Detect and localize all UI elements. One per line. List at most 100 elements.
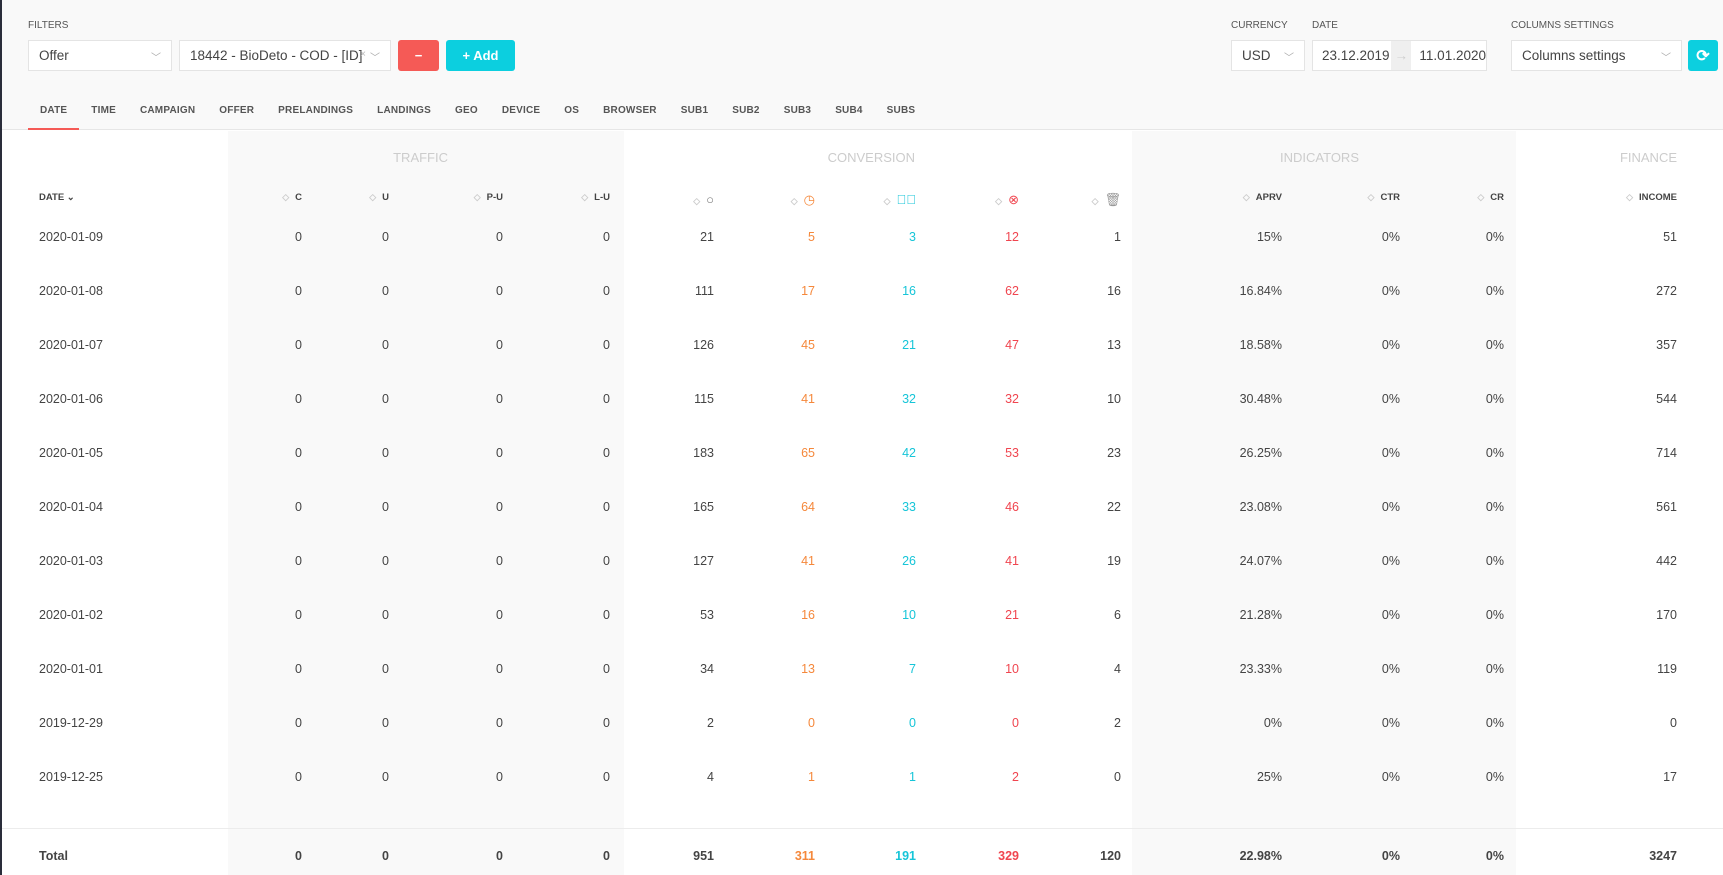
sort-icon[interactable]: ◇ (581, 192, 588, 202)
tab-sub2[interactable]: SUB2 (720, 100, 771, 130)
cell-aprv: 23.08% (1239, 500, 1282, 514)
cell-trash-icon: 13 (1107, 338, 1121, 352)
cell-c: 0 (295, 338, 302, 352)
sort-icon[interactable]: ◇ (282, 192, 289, 202)
cell-pending-icon: 0 (808, 716, 815, 730)
column-header-u[interactable]: ◇ U (369, 192, 389, 203)
cell-income: 0 (1670, 716, 1677, 730)
cell-income: 357 (1656, 338, 1677, 352)
tab-sub3[interactable]: SUB3 (772, 100, 823, 130)
cell-income: 3247 (1649, 849, 1677, 863)
filter-type-select[interactable]: Offer ﹀ (28, 40, 172, 71)
cell-cr: 0% (1485, 849, 1504, 863)
cell-u: 0 (382, 770, 389, 784)
cell-aprv: 0% (1263, 716, 1282, 730)
cell-date: 2020-01-09 (39, 230, 103, 244)
column-header-trash-icon[interactable]: ◇ 🗑 (1092, 192, 1121, 208)
column-header-cr[interactable]: ◇ CR (1477, 192, 1504, 203)
column-header-all-icon[interactable]: ◇ ○ (693, 192, 714, 207)
add-filter-button[interactable]: + Add (446, 40, 515, 71)
date-to[interactable]: 11.01.2020 (1411, 48, 1486, 63)
tab-sub1[interactable]: SUB1 (669, 100, 720, 130)
sort-icon[interactable]: ◇ (474, 192, 481, 202)
tab-landings[interactable]: LANDINGS (365, 100, 443, 130)
date-label: Date (1312, 20, 1338, 31)
tab-subs[interactable]: SUBS (875, 100, 928, 130)
table-row: 2020-01-05 0 0 0 0 183 65 42 53 23 26.25% 0% 0% 714 (2, 446, 1723, 466)
sort-icon[interactable]: ◇ (1243, 192, 1250, 202)
cell-approved-icon: 16 (902, 284, 916, 298)
cell-trash-icon: 2 (1114, 716, 1121, 730)
column-label: CR (1490, 192, 1504, 203)
cell-p-u: 0 (496, 284, 503, 298)
column-label: INCOME (1639, 192, 1677, 203)
sort-icon[interactable]: ◇ (1477, 192, 1484, 202)
sort-icon[interactable]: ◇ (791, 196, 798, 206)
tab-sub4[interactable]: SUB4 (823, 100, 874, 130)
cell-p-u: 0 (496, 338, 503, 352)
refresh-button[interactable]: ⟳ (1688, 40, 1718, 71)
cell-u: 0 (382, 284, 389, 298)
cell-date: 2020-01-08 (39, 284, 103, 298)
column-header-rejected-icon[interactable]: ◇ ⊗ (995, 192, 1019, 208)
cell-ctr: 0% (1381, 230, 1400, 244)
column-header-c[interactable]: ◇ C (282, 192, 302, 203)
cell-rejected-icon: 2 (1012, 770, 1019, 784)
cell-all-icon: 2 (707, 716, 714, 730)
cell-p-u: 0 (496, 500, 503, 514)
sort-icon[interactable]: ◇ (369, 192, 376, 202)
columns-settings-select[interactable]: Columns settings ﹀ (1511, 40, 1682, 71)
column-header-pending-icon[interactable]: ◇ ◷ (791, 192, 815, 208)
remove-filter-button[interactable]: − (398, 40, 439, 71)
column-header-p-u[interactable]: ◇ P-U (474, 192, 503, 203)
cell-l-u: 0 (603, 338, 610, 352)
cell-u: 0 (382, 849, 389, 863)
sort-icon[interactable]: ◇ (1626, 192, 1633, 202)
column-label: P-U (486, 192, 503, 203)
tab-os[interactable]: OS (552, 100, 591, 130)
cell-all-icon: 111 (694, 284, 714, 298)
offer-value: 18442 - BioDeto - COD - [ID] (190, 48, 363, 63)
group-conversion: CONVERSION (827, 150, 915, 165)
tab-geo[interactable]: GEO (443, 100, 490, 130)
arrow-right-icon: → (1391, 41, 1412, 70)
tab-offer[interactable]: OFFER (207, 100, 266, 130)
cell-c: 0 (295, 662, 302, 676)
clear-icon[interactable]: × (360, 49, 366, 60)
tab-device[interactable]: DEVICE (490, 100, 552, 130)
tab-prelandings[interactable]: PRELANDINGS (266, 100, 365, 130)
tab-browser[interactable]: BROWSER (591, 100, 669, 130)
sort-icon[interactable]: ◇ (884, 196, 891, 206)
currency-select[interactable]: USD ﹀ (1231, 40, 1305, 71)
cell-c: 0 (295, 770, 302, 784)
cell-date: 2020-01-06 (39, 392, 103, 406)
cell-pending-icon: 41 (801, 392, 815, 406)
sort-icon[interactable]: ◇ (995, 196, 1002, 206)
table-row: 2020-01-08 0 0 0 0 111 17 16 62 16 16.84% 0% 0% 272 (2, 284, 1723, 304)
cell-c: 0 (295, 608, 302, 622)
cell-cr: 0% (1485, 500, 1504, 514)
sort-icon[interactable]: ◇ (1092, 196, 1099, 206)
date-from[interactable]: 23.12.2019 (1313, 48, 1391, 63)
tab-time[interactable]: TIME (79, 100, 128, 130)
cell-u: 0 (382, 608, 389, 622)
column-header-l-u[interactable]: ◇ L-U (581, 192, 610, 203)
sort-icon[interactable]: ◇ (693, 196, 700, 206)
column-header-income[interactable]: ◇ INCOME (1626, 192, 1677, 203)
sort-icon[interactable]: ◇ (1368, 192, 1375, 202)
cell-aprv: 23.33% (1239, 662, 1282, 676)
column-header-ctr[interactable]: ◇ CTR (1368, 192, 1400, 203)
column-header-approved-icon[interactable]: ◇ ✓⃝ (884, 192, 916, 207)
cell-pending-icon: 65 (801, 446, 815, 460)
tab-campaign[interactable]: CAMPAIGN (128, 100, 207, 130)
offer-select[interactable]: 18442 - BioDeto - COD - [ID] × ﹀ (179, 40, 391, 71)
table-row: 2020-01-03 0 0 0 0 127 41 26 41 19 24.07% 0% 0% 442 (2, 554, 1723, 574)
group-by-tabs: DATE TIME CAMPAIGN OFFER PRELANDINGS LANDINGS… (28, 100, 927, 130)
cell-aprv: 22.98% (1239, 849, 1282, 863)
tab-date[interactable]: DATE (28, 100, 80, 130)
cell-date: 2020-01-01 (39, 662, 103, 676)
column-header-aprv[interactable]: ◇ APRV (1243, 192, 1282, 203)
column-header-date[interactable]: DATE ⌄ (39, 192, 75, 203)
date-range-picker[interactable]: 23.12.2019 → 11.01.2020 (1312, 40, 1487, 71)
column-label: CTR (1380, 192, 1400, 203)
